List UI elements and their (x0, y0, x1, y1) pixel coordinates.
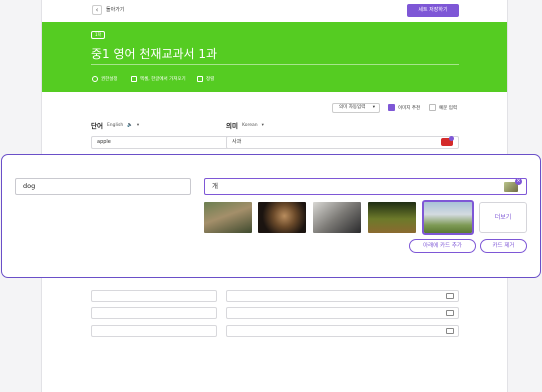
active-word-field[interactable]: dog (15, 178, 191, 195)
back-link[interactable]: 돌아가기 (106, 6, 124, 13)
example-input-label: 예문 입력 (439, 105, 457, 111)
chevron-down-icon[interactable]: ▾ (137, 123, 139, 128)
list-icon (197, 76, 203, 82)
image-suggestion[interactable] (204, 202, 252, 233)
remove-image-icon[interactable] (449, 136, 454, 141)
auto-input-label: 의미 자동입력 (339, 105, 366, 110)
chevron-down-icon: ▾ (372, 105, 375, 110)
set-title[interactable]: 중1 영어 천재교과서 1과 (91, 45, 217, 62)
word-field[interactable] (91, 290, 217, 302)
image-icon[interactable] (446, 310, 454, 316)
meaning-field[interactable] (226, 325, 459, 337)
word-field[interactable] (91, 325, 217, 337)
add-card-below-button[interactable]: 아래에 카드 추가 (409, 239, 476, 253)
gear-icon (92, 76, 98, 82)
image-icon[interactable] (446, 293, 454, 299)
chevron-down-icon[interactable]: ▾ (262, 123, 264, 128)
meaning-column-header: 의미 Korean ▾ (226, 120, 264, 130)
example-input-checkbox[interactable]: 예문 입력 (429, 104, 457, 111)
word-column-header: 단어 English 🔈 ▾ (91, 120, 139, 130)
word-field[interactable] (91, 307, 217, 319)
speaker-icon[interactable]: 🔈 (127, 123, 133, 128)
checkbox-unchecked-icon (429, 104, 436, 111)
permission-settings-button[interactable]: 권한설정 (92, 76, 118, 82)
more-images-button[interactable]: 더보기 (479, 202, 527, 233)
chevron-left-icon[interactable]: ‹ (92, 5, 102, 15)
image-recommend-label: 이미지 추천 (398, 105, 421, 111)
meaning-language-select[interactable]: Korean (242, 123, 258, 128)
image-recommend-checkbox[interactable]: 이미지 추천 (388, 104, 420, 111)
sort-button[interactable]: 정렬 (197, 76, 214, 82)
sort-label: 정렬 (206, 77, 215, 82)
permission-settings-label: 권한설정 (101, 77, 118, 82)
auto-input-select[interactable]: 의미 자동입력 ▾ (332, 103, 380, 113)
sheet-icon (131, 76, 137, 82)
meaning-field[interactable]: 사과 (226, 136, 459, 149)
active-card-panel: dog 개 × 더보기 아래에 카드 추가 카드 제거 (1, 154, 541, 278)
word-column-title: 단어 (91, 122, 103, 130)
word-language-select[interactable]: English (107, 123, 123, 128)
checkbox-checked-icon (388, 104, 395, 111)
top-bar: ‹ 돌아가기 세트 저장하기 (42, 0, 507, 22)
meaning-field[interactable] (226, 290, 459, 302)
remove-card-button[interactable]: 카드 제거 (480, 239, 527, 253)
image-suggestion[interactable] (258, 202, 306, 233)
import-button[interactable]: 엑셀, 한글에서 가져오기 (131, 76, 186, 82)
image-suggestion[interactable] (368, 202, 416, 233)
import-label: 엑셀, 한글에서 가져오기 (140, 77, 186, 82)
image-icon[interactable] (446, 328, 454, 334)
grade-badge[interactable]: 1학 (91, 31, 106, 39)
image-suggestion[interactable] (313, 202, 361, 233)
active-meaning-field[interactable]: 개 (204, 178, 527, 195)
image-suggestion-selected[interactable] (422, 200, 474, 235)
set-header: 1학 중1 영어 천재교과서 1과 권한설정 엑셀, 한글에서 가져오기 정렬 (42, 22, 507, 92)
meaning-column-title: 의미 (226, 122, 238, 130)
close-icon[interactable]: × (515, 178, 522, 185)
title-underline (91, 64, 459, 65)
save-set-button[interactable]: 세트 저장하기 (407, 4, 459, 17)
meaning-field[interactable] (226, 307, 459, 319)
